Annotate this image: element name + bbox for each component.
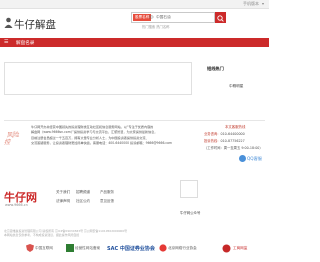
badge-internet[interactable]: 中国互联网	[26, 242, 56, 256]
qr-caption: 牛仔网公众号	[180, 211, 201, 215]
main-content-panel	[4, 62, 192, 95]
certificate-icon	[66, 244, 74, 252]
chevron-down-icon[interactable]: ▾	[262, 1, 264, 6]
qr-code	[180, 180, 198, 198]
shield-icon	[26, 244, 34, 252]
user-avatar-icon	[4, 17, 13, 28]
badge-website-filing[interactable]: 经营性网站备案	[66, 242, 100, 256]
certification-badges: 中国互联网 经营性网站备案 SAC 中国证券业协会 北京网络行业协会 工商网监	[4, 242, 265, 260]
main-navbar: ☰ 解盘名录	[0, 38, 269, 47]
search-input[interactable]	[149, 14, 209, 21]
risk-control-logo: 风险 控	[4, 132, 20, 146]
footer-link-jobs[interactable]: 招聘频道	[76, 190, 90, 195]
qq-service-button[interactable]: QQ客服	[239, 155, 265, 163]
footer-link-legal[interactable]: 法律声明	[56, 199, 70, 204]
mobile-version-link[interactable]: 手机版本	[243, 1, 259, 7]
footer-link-rules[interactable]: 社区公约	[76, 199, 90, 204]
business-phone: 业务咨询：010-64400000	[204, 132, 245, 136]
badge-sac[interactable]: SAC 中国证券业协会	[107, 242, 155, 256]
police-emblem-icon	[222, 244, 231, 253]
footer-link-feedback[interactable]: 意见反馈	[100, 199, 114, 204]
legal-notice: 北京思维赢投资管理有限公司 版权所有 京ICP备09034583号 京公网安备1…	[4, 229, 127, 238]
search-box: 股票名称	[131, 12, 215, 23]
footer-link-products[interactable]: 产品服务	[100, 190, 114, 195]
search-icon	[217, 15, 224, 22]
sidebar-title: 短线热门	[207, 66, 224, 71]
search-button[interactable]	[215, 12, 226, 23]
section-divider	[4, 120, 265, 121]
sidebar-item[interactable]: 中概明星	[229, 84, 243, 89]
badge-network-association[interactable]: 北京网络行业协会	[159, 242, 197, 256]
service-hours: （工作时间：周一至周五 9:00-18:00）	[204, 146, 263, 150]
nav-item-directory[interactable]: 解盘名录	[16, 40, 34, 46]
qq-icon	[239, 155, 246, 162]
footer-link-about[interactable]: 关于我们	[56, 190, 70, 195]
badge-business-monitor[interactable]: 工商网监	[222, 242, 262, 256]
footer-logo[interactable]: 牛仔网 www.9666.cn	[4, 189, 46, 211]
site-title[interactable]: 牛仔解盘	[14, 17, 56, 32]
intro-banner: 风险 控 牛仔网开办并经营中国领先的投资理财类互动社区和信息服务网站，以“专注于…	[4, 122, 265, 162]
globe-icon	[159, 244, 167, 252]
top-utility-bar: 手机版本 ▾	[0, 0, 269, 9]
contact-heading: 本文客服热线	[225, 125, 246, 129]
complaint-phone: 投诉热线：010-87756227	[204, 139, 245, 143]
menu-icon[interactable]: ☰	[4, 39, 8, 45]
intro-text: 牛仔网开办并经营中国领先的投资理财类互动社区和信息服务网站，以“专注于优质内容的…	[31, 125, 173, 146]
hot-search-words[interactable]: 热门搜索 热门名称	[142, 24, 169, 29]
